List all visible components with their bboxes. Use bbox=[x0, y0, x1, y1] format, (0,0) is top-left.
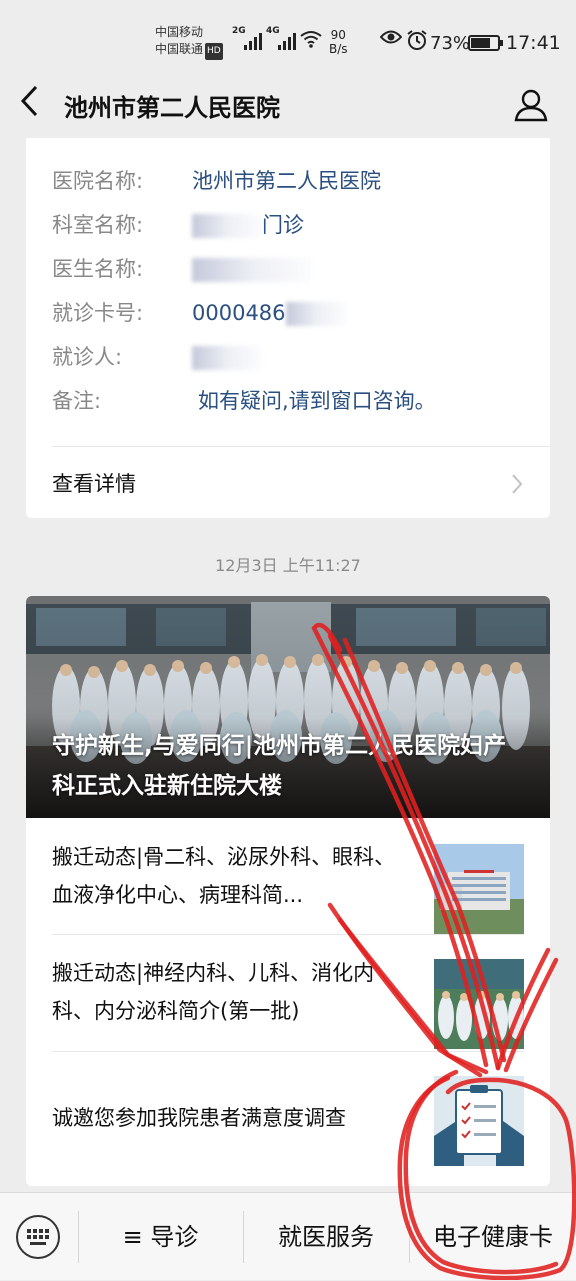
network-type-1: 2G bbox=[232, 26, 246, 36]
view-details-label: 查看详情 bbox=[52, 472, 136, 496]
network-speed: 90 B/s bbox=[329, 28, 348, 56]
info-value: 池州市第二人民医院 bbox=[192, 169, 381, 193]
wifi-icon bbox=[300, 30, 322, 53]
network-type-2: 4G bbox=[266, 26, 280, 36]
article-thumbnail bbox=[434, 959, 524, 1049]
battery-fill bbox=[471, 38, 490, 48]
info-row-remark: 备注: 如有疑问,请到窗口咨询。 bbox=[52, 387, 436, 415]
info-value: 0000486 bbox=[192, 301, 286, 325]
bottom-menu-bar: ≡ 导诊 就医服务 电子健康卡 bbox=[0, 1192, 576, 1280]
list-item[interactable]: 诚邀您参加我院患者满意度调查 bbox=[26, 1052, 550, 1169]
tab-medical-services[interactable]: 就医服务 bbox=[244, 1193, 408, 1281]
hero-article[interactable]: 守护新生,与爱同行|池州市第二人民医院妇产科正式入驻新住院大楼 bbox=[26, 596, 550, 818]
article-card: 守护新生,与爱同行|池州市第二人民医院妇产科正式入驻新住院大楼 搬迁动态|骨二科… bbox=[26, 596, 550, 1186]
alarm-icon bbox=[406, 29, 428, 56]
info-row-card-number: 就诊卡号: 0000486 bbox=[52, 299, 346, 327]
info-label: 就诊卡号: bbox=[52, 301, 144, 325]
page-title: 池州市第二人民医院 bbox=[64, 94, 280, 122]
tab-guide[interactable]: ≡ 导诊 bbox=[79, 1193, 242, 1281]
nav-bar: 池州市第二人民医院 bbox=[0, 72, 576, 138]
carrier-1: 中国移动 bbox=[155, 25, 204, 39]
info-value: 门诊 bbox=[262, 213, 304, 237]
info-row-hospital: 医院名称: 池州市第二人民医院 bbox=[52, 167, 381, 195]
redacted-blur bbox=[285, 302, 346, 326]
eye-icon bbox=[379, 29, 403, 50]
tab-health-card[interactable]: 电子健康卡 bbox=[410, 1193, 576, 1281]
clock: 17:41 bbox=[506, 32, 561, 54]
info-label: 医生名称: bbox=[52, 257, 144, 281]
chevron-right-icon bbox=[510, 466, 524, 506]
hero-title: 守护新生,与爱同行|池州市第二人民医院妇产科正式入驻新住院大楼 bbox=[52, 733, 507, 799]
battery-percent: 73% bbox=[430, 33, 471, 54]
signal-icon: 2G bbox=[232, 26, 262, 50]
article-title: 诚邀您参加我院患者满意度调查 bbox=[52, 1106, 346, 1130]
message-timestamp: 12月3日 上午11:27 bbox=[215, 556, 361, 575]
article-title: 搬迁动态|骨二科、泌尿外科、眼科、血液净化中心、病理科简... bbox=[52, 845, 396, 907]
status-bar: 中国移动 中国联通 HD 2G 4G 90 B/s 73% 17:41 bbox=[0, 0, 576, 72]
carrier-2: 中国联通 bbox=[155, 42, 204, 56]
user-icon[interactable] bbox=[514, 88, 548, 122]
article-thumbnail bbox=[434, 844, 524, 934]
divider bbox=[52, 446, 550, 447]
info-label: 就诊人: bbox=[52, 345, 123, 369]
info-row-patient: 就诊人: bbox=[52, 343, 262, 371]
battery-icon bbox=[468, 35, 503, 51]
redacted-blur bbox=[192, 346, 262, 370]
appointment-card: 医院名称: 池州市第二人民医院 科室名称: 门诊 医生名称: 就诊卡号: 000048… bbox=[26, 138, 550, 518]
list-item[interactable]: 搬迁动态|骨二科、泌尿外科、眼科、血液净化中心、病理科简... bbox=[26, 818, 550, 935]
info-label: 备注: bbox=[52, 389, 102, 413]
view-details-link[interactable]: 查看详情 bbox=[52, 466, 524, 502]
chevron-left-icon[interactable] bbox=[18, 84, 48, 124]
speed-value: 90 bbox=[330, 28, 346, 42]
survey-thumbnail bbox=[434, 1076, 524, 1166]
info-label: 医院名称: bbox=[52, 169, 144, 193]
info-value: 如有疑问,请到窗口咨询。 bbox=[198, 389, 436, 413]
info-label: 科室名称: bbox=[52, 213, 144, 237]
speed-unit: B/s bbox=[329, 42, 348, 56]
hd-badge: HD bbox=[205, 43, 223, 60]
redacted-blur bbox=[192, 258, 312, 282]
keyboard-icon[interactable] bbox=[16, 1215, 60, 1259]
carrier-info: 中国移动 中国联通 HD bbox=[155, 24, 223, 60]
info-row-department: 科室名称: 门诊 bbox=[52, 211, 304, 239]
article-title: 搬迁动态|神经内科、儿科、消化内科、内分泌科简介(第一批) bbox=[52, 961, 375, 1023]
info-row-doctor: 医生名称: bbox=[52, 255, 312, 283]
list-item[interactable]: 搬迁动态|神经内科、儿科、消化内科、内分泌科简介(第一批) bbox=[26, 935, 550, 1052]
redacted-blur bbox=[192, 214, 262, 238]
signal-icon: 4G bbox=[266, 26, 296, 50]
